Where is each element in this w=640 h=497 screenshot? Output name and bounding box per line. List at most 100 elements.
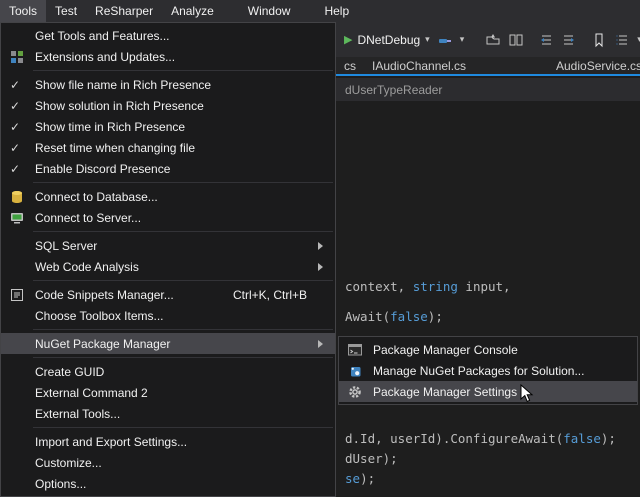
tab-audioservice[interactable]: AudioService.cs bbox=[556, 57, 640, 74]
menu-item-choose-toolbox-items[interactable]: Choose Toolbox Items... bbox=[1, 305, 335, 326]
gear-icon bbox=[347, 384, 363, 400]
breadcrumb[interactable]: dUserTypeReader bbox=[345, 83, 442, 97]
menubar-item-label: Test bbox=[55, 4, 77, 18]
menubar-item-label: Tools bbox=[9, 4, 37, 18]
menu-item-label: Customize... bbox=[35, 456, 102, 470]
menubar-item-resharper[interactable]: ReSharper bbox=[86, 0, 162, 22]
bookmark-icon[interactable] bbox=[591, 31, 607, 48]
menu-item-label: Connect to Server... bbox=[35, 211, 141, 225]
menu-item-label: Reset time when changing file bbox=[35, 141, 195, 155]
extensions-icon bbox=[9, 49, 25, 65]
check-icon: ✓ bbox=[10, 99, 20, 113]
tab-partial[interactable]: cs bbox=[344, 57, 356, 74]
menu-item-label: Create GUID bbox=[35, 365, 104, 379]
menu-item-sql-server[interactable]: SQL Server bbox=[1, 235, 335, 256]
start-debugging-button[interactable]: ▶ DNetDebug ▾ bbox=[344, 33, 430, 47]
navigate-backward-icon[interactable] bbox=[538, 31, 554, 48]
menu-item-external-tools[interactable]: External Tools... bbox=[1, 403, 335, 424]
check-icon: ✓ bbox=[10, 78, 20, 92]
menu-item-nuget-package-manager[interactable]: NuGet Package Manager bbox=[1, 333, 335, 354]
menu-item-package-manager-console[interactable]: Package Manager Console bbox=[339, 339, 637, 360]
menu-item-label: NuGet Package Manager bbox=[35, 337, 170, 351]
menu-item-label: Connect to Database... bbox=[35, 190, 158, 204]
menu-item-extensions-and-updates[interactable]: Extensions and Updates... bbox=[1, 46, 335, 67]
code-text: dUser); bbox=[345, 451, 398, 466]
menubar-item-analyze[interactable]: Analyze bbox=[162, 0, 223, 22]
menu-separator bbox=[33, 70, 333, 71]
play-icon: ▶ bbox=[344, 33, 352, 46]
debug-target-label: DNetDebug bbox=[357, 33, 420, 47]
code-line: d.Id, userId).ConfigureAwait(false); bbox=[345, 431, 616, 446]
menu-item-label: Enable Discord Presence bbox=[35, 162, 170, 176]
code-keyword: se bbox=[345, 471, 360, 486]
tab-label: cs bbox=[344, 59, 356, 73]
menu-separator bbox=[33, 280, 333, 281]
menu-item-reset-time-when-changing-file[interactable]: ✓ Reset time when changing file bbox=[1, 137, 335, 158]
split-columns-icon[interactable] bbox=[508, 31, 524, 48]
menu-item-create-guid[interactable]: Create GUID bbox=[1, 361, 335, 382]
tab-label: AudioService.cs bbox=[556, 59, 640, 73]
menubar-item-help[interactable]: Help bbox=[315, 0, 358, 22]
nuget-package-icon bbox=[347, 363, 363, 379]
tab-iaudiochannel[interactable]: IAudioChannel.cs bbox=[372, 57, 466, 74]
menu-separator bbox=[33, 357, 333, 358]
menu-separator bbox=[33, 182, 333, 183]
menu-item-label: Code Snippets Manager... bbox=[35, 288, 174, 302]
code-keyword: false bbox=[563, 431, 601, 446]
navigate-forward-icon[interactable] bbox=[561, 31, 577, 48]
chevron-down-icon[interactable]: ▾ bbox=[460, 34, 465, 45]
menu-item-label: Choose Toolbox Items... bbox=[35, 309, 164, 323]
menu-item-options[interactable]: Options... bbox=[1, 473, 335, 494]
code-line: context, string input, bbox=[345, 279, 511, 294]
code-line: Await(false); bbox=[345, 309, 443, 324]
code-text: input, bbox=[458, 279, 511, 294]
chevron-down-icon: ▾ bbox=[425, 34, 430, 45]
menubar-item-label: Window bbox=[248, 4, 291, 18]
menubar-item-window[interactable]: Window bbox=[239, 0, 300, 22]
menu-item-import-export-settings[interactable]: Import and Export Settings... bbox=[1, 431, 335, 452]
submenu-arrow-icon bbox=[318, 340, 323, 348]
menu-item-label: SQL Server bbox=[35, 239, 97, 253]
menu-separator bbox=[33, 427, 333, 428]
menu-item-enable-discord-presence[interactable]: ✓ Enable Discord Presence bbox=[1, 158, 335, 179]
menu-item-label: Options... bbox=[35, 477, 86, 491]
check-icon: ✓ bbox=[10, 162, 20, 176]
menu-item-manage-nuget-packages-solution[interactable]: Manage NuGet Packages for Solution... bbox=[339, 360, 637, 381]
menu-item-show-file-name-rich-presence[interactable]: ✓ Show file name in Rich Presence bbox=[1, 74, 335, 95]
task-list-icon[interactable] bbox=[614, 31, 630, 48]
menu-item-connect-to-server[interactable]: Connect to Server... bbox=[1, 207, 335, 228]
menu-item-get-tools-and-features[interactable]: Get Tools and Features... bbox=[1, 25, 335, 46]
mouse-cursor bbox=[520, 384, 534, 409]
menu-item-package-manager-settings[interactable]: Package Manager Settings bbox=[339, 381, 637, 402]
menu-item-external-command-2[interactable]: External Command 2 bbox=[1, 382, 335, 403]
menubar-item-test[interactable]: Test bbox=[46, 0, 86, 22]
code-text: ); bbox=[601, 431, 616, 446]
attach-debugger-icon[interactable] bbox=[437, 31, 453, 48]
menu-item-show-solution-rich-presence[interactable]: ✓ Show solution in Rich Presence bbox=[1, 95, 335, 116]
menubar-item-label: Analyze bbox=[171, 4, 214, 18]
server-icon bbox=[9, 210, 25, 226]
open-file-icon[interactable] bbox=[485, 31, 501, 48]
menubar-item-label: Help bbox=[324, 4, 349, 18]
check-icon: ✓ bbox=[10, 120, 20, 134]
menu-item-web-code-analysis[interactable]: Web Code Analysis bbox=[1, 256, 335, 277]
code-snippets-icon bbox=[9, 287, 25, 303]
menu-bar: Tools Test ReSharper Analyze Window Help bbox=[0, 0, 640, 22]
menu-item-label: Show file name in Rich Presence bbox=[35, 78, 211, 92]
code-line: dUser); bbox=[345, 451, 398, 466]
menu-item-customize[interactable]: Customize... bbox=[1, 452, 335, 473]
menubar-item-tools[interactable]: Tools bbox=[0, 0, 46, 22]
console-icon bbox=[347, 342, 363, 358]
menu-item-connect-to-database[interactable]: Connect to Database... bbox=[1, 186, 335, 207]
database-icon bbox=[9, 189, 25, 205]
code-text: ); bbox=[360, 471, 375, 486]
code-text: ); bbox=[428, 309, 443, 324]
menu-separator bbox=[33, 231, 333, 232]
code-text: d.Id, userId).ConfigureAwait( bbox=[345, 431, 563, 446]
menu-item-code-snippets-manager[interactable]: Code Snippets Manager... Ctrl+K, Ctrl+B bbox=[1, 284, 335, 305]
menu-item-label: Extensions and Updates... bbox=[35, 50, 175, 64]
menu-item-label: Web Code Analysis bbox=[35, 260, 139, 274]
menu-item-show-time-rich-presence[interactable]: ✓ Show time in Rich Presence bbox=[1, 116, 335, 137]
menu-item-label: External Tools... bbox=[35, 407, 120, 421]
menu-item-label: Show time in Rich Presence bbox=[35, 120, 185, 134]
